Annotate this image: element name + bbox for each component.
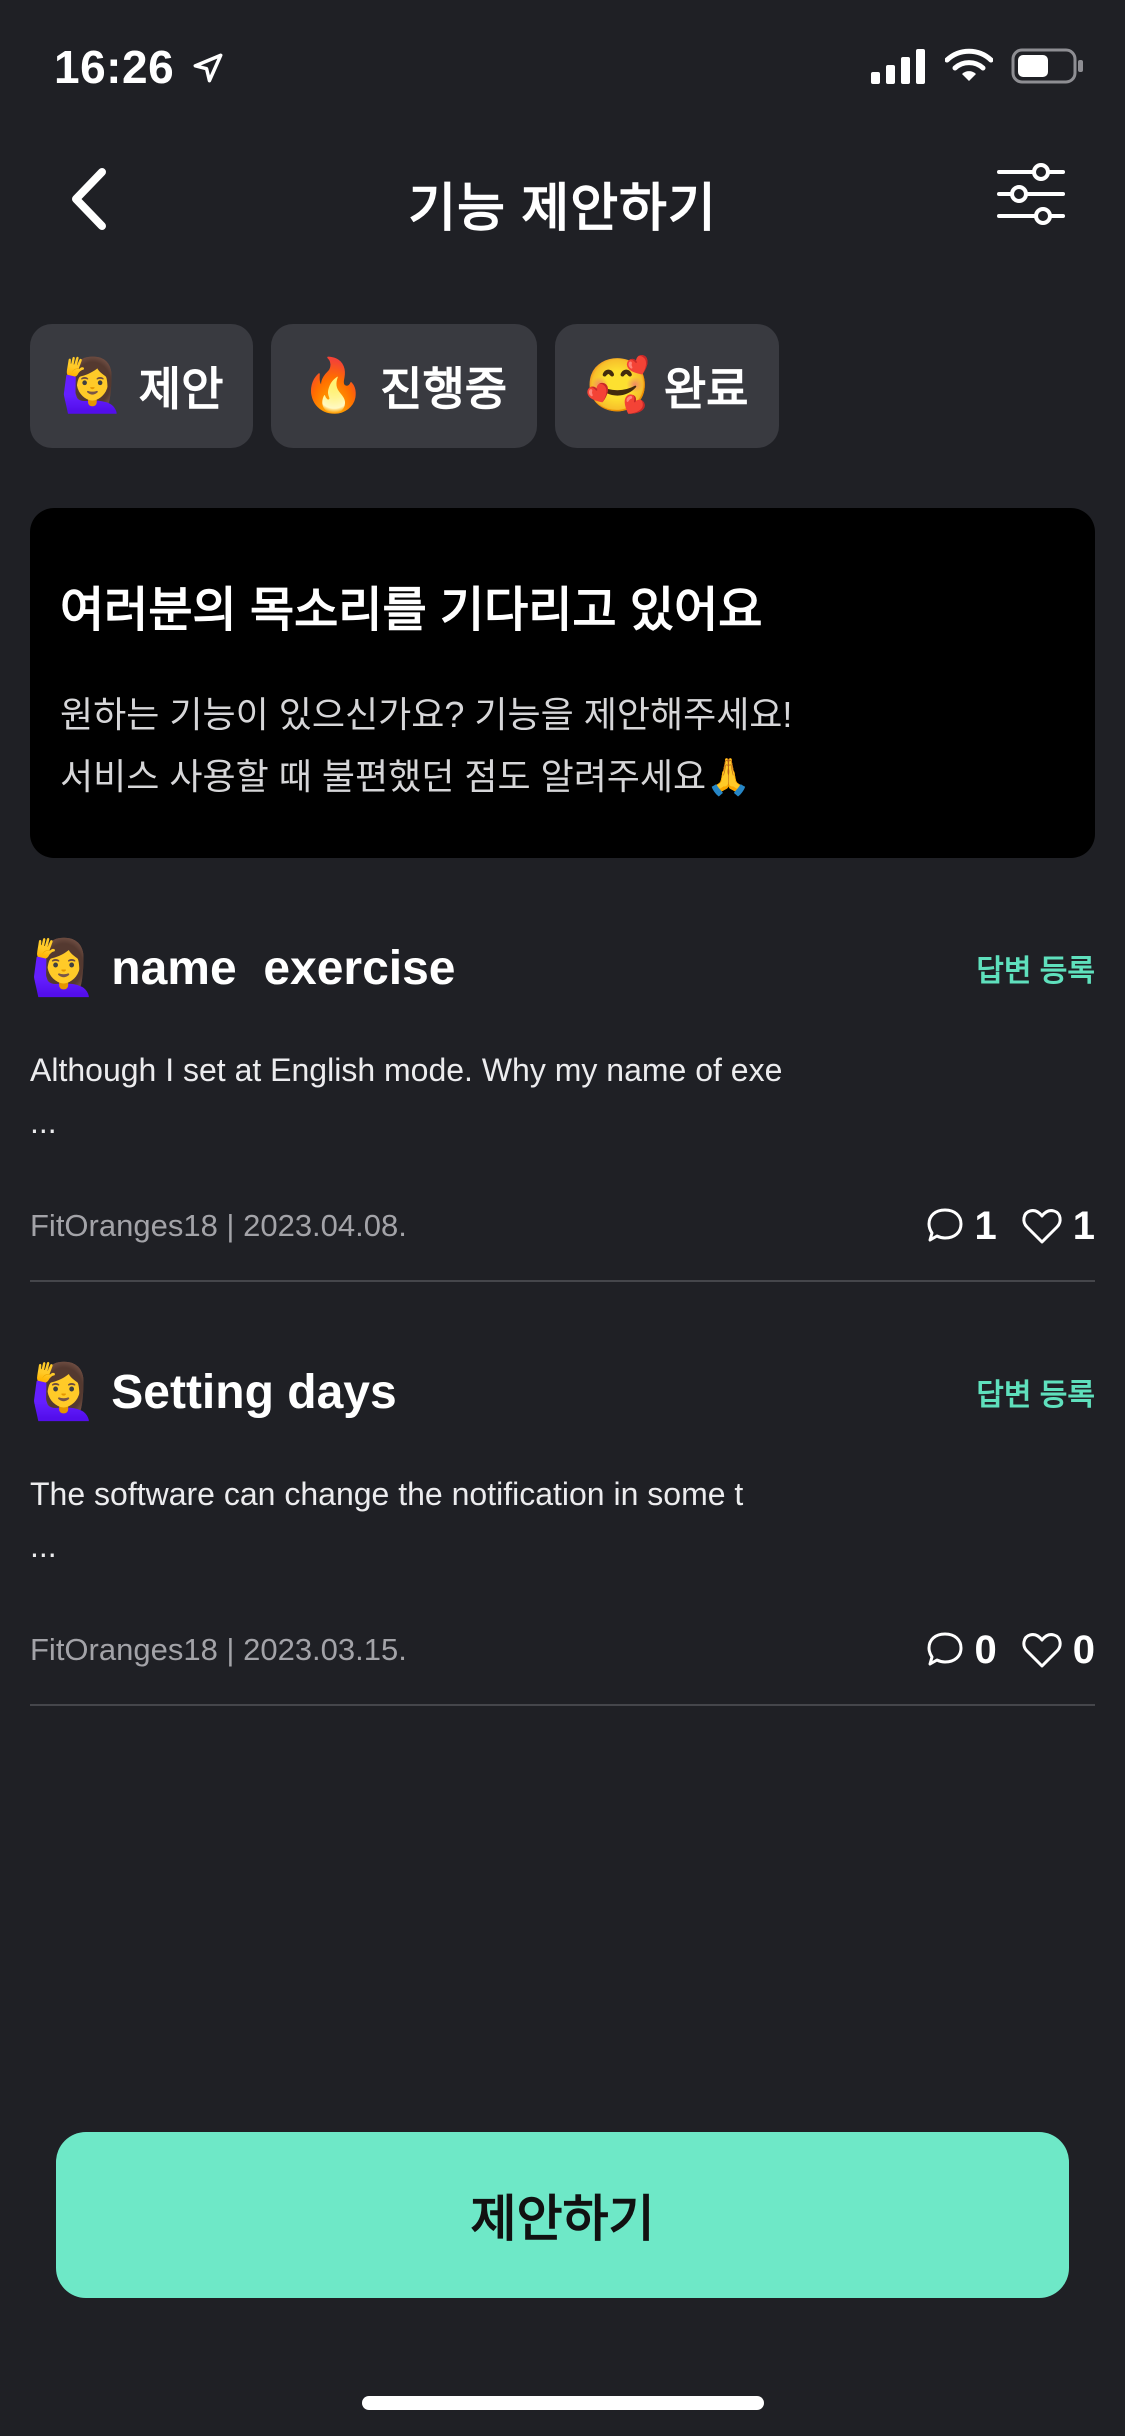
chip-label: 진행중 <box>380 363 508 415</box>
post-excerpt-text: The software can change the notification… <box>30 1476 744 1512</box>
sliders-icon <box>997 163 1065 225</box>
status-icons <box>871 48 1085 84</box>
chip-label: 제안 <box>138 363 224 415</box>
post-header: 🙋‍♀️ name exercise 답변 등록 <box>30 928 1095 1008</box>
post-title-wrap: 🙋‍♀️ name exercise <box>30 941 456 996</box>
comment-count-value: 0 <box>974 1627 997 1672</box>
post-stats: 0 0 <box>911 1628 1095 1673</box>
post-meta: FitOranges18 | 2023.03.15. 0 0 <box>30 1624 1095 1676</box>
post-excerpt: Although I set at English mode. Why my n… <box>30 1044 1095 1148</box>
raising-hand-icon: 🙋‍♀️ <box>30 1360 98 1423</box>
status-bar: 16:26 <box>0 0 1125 132</box>
answer-register-link[interactable]: 답변 등록 <box>976 1370 1095 1414</box>
post-stats: 1 1 <box>911 1204 1095 1249</box>
post-excerpt-ellipsis: ... <box>30 1104 57 1140</box>
status-time: 16:26 <box>54 40 225 94</box>
like-count-value: 0 <box>1072 1627 1095 1672</box>
page-title: 기능 제안하기 <box>408 180 717 238</box>
banner-line: 서비스 사용할 때 불편했던 점도 알려주세요🙏 <box>60 756 751 797</box>
post-meta: FitOranges18 | 2023.04.08. 1 1 <box>30 1200 1095 1252</box>
cellular-signal-icon <box>871 49 925 84</box>
nav-bar: 기능 제안하기 <box>0 140 1125 250</box>
location-arrow-icon <box>193 53 223 83</box>
post-title: name exercise <box>111 941 456 995</box>
post-excerpt-ellipsis: ... <box>30 1528 57 1564</box>
raising-hand-icon: 🙋‍♀️ <box>30 936 98 999</box>
post-excerpt-text: Although I set at English mode. Why my n… <box>30 1052 783 1088</box>
propose-button[interactable]: 제안하기 <box>56 2132 1069 2298</box>
like-count[interactable]: 1 <box>1021 1204 1095 1249</box>
heart-icon <box>1022 1633 1062 1668</box>
list-item[interactable]: 🙋‍♀️ Setting days 답변 등록 The software can… <box>30 1352 1095 1676</box>
post-title: Setting days <box>111 1365 397 1419</box>
answer-register-link[interactable]: 답변 등록 <box>976 946 1095 990</box>
banner-title: 여러분의 목소리를 기다리고 있어요 <box>60 584 763 637</box>
like-count[interactable]: 0 <box>1021 1628 1095 1673</box>
fire-icon: 🔥 <box>301 356 367 416</box>
raising-hand-icon: 🙋‍♀️ <box>60 356 125 416</box>
status-filter-chips: 🙋‍♀️ 제안 🔥 진행중 🥰 완료 <box>30 324 779 448</box>
like-count-value: 1 <box>1072 1203 1095 1248</box>
wifi-icon <box>945 48 993 81</box>
propose-button-label: 제안하기 <box>470 2191 655 2247</box>
post-excerpt: The software can change the notification… <box>30 1468 1095 1572</box>
info-banner: 여러분의 목소리를 기다리고 있어요 원하는 기능이 있으신가요? 기능을 제안… <box>30 508 1095 858</box>
list-item[interactable]: 🙋‍♀️ name exercise 답변 등록 Although I set … <box>30 928 1095 1252</box>
battery-icon <box>1011 48 1083 84</box>
banner-line: 원하는 기능이 있으신가요? 기능을 제안해주세요! <box>60 694 793 735</box>
post-header: 🙋‍♀️ Setting days 답변 등록 <box>30 1352 1095 1432</box>
comment-icon <box>927 1208 962 1242</box>
comment-count[interactable]: 0 <box>925 1628 997 1673</box>
chip-in-progress[interactable]: 🔥 진행중 <box>271 324 538 448</box>
filter-button[interactable] <box>995 158 1067 230</box>
smiling-hearts-icon: 🥰 <box>585 356 650 416</box>
home-indicator[interactable] <box>362 2396 764 2410</box>
chip-completed[interactable]: 🥰 완료 <box>555 324 779 448</box>
chip-proposal[interactable]: 🙋‍♀️ 제안 <box>30 324 254 448</box>
chip-label: 완료 <box>663 363 749 415</box>
divider <box>30 1704 1095 1706</box>
divider <box>30 1280 1095 1282</box>
comment-count-value: 1 <box>974 1203 997 1248</box>
comment-count[interactable]: 1 <box>925 1204 997 1249</box>
author-date: FitOranges18 | 2023.03.15. <box>30 1632 407 1667</box>
comment-icon <box>927 1632 962 1666</box>
author-date: FitOranges18 | 2023.04.08. <box>30 1208 407 1243</box>
heart-icon <box>1022 1209 1062 1244</box>
post-title-wrap: 🙋‍♀️ Setting days <box>30 1365 397 1420</box>
